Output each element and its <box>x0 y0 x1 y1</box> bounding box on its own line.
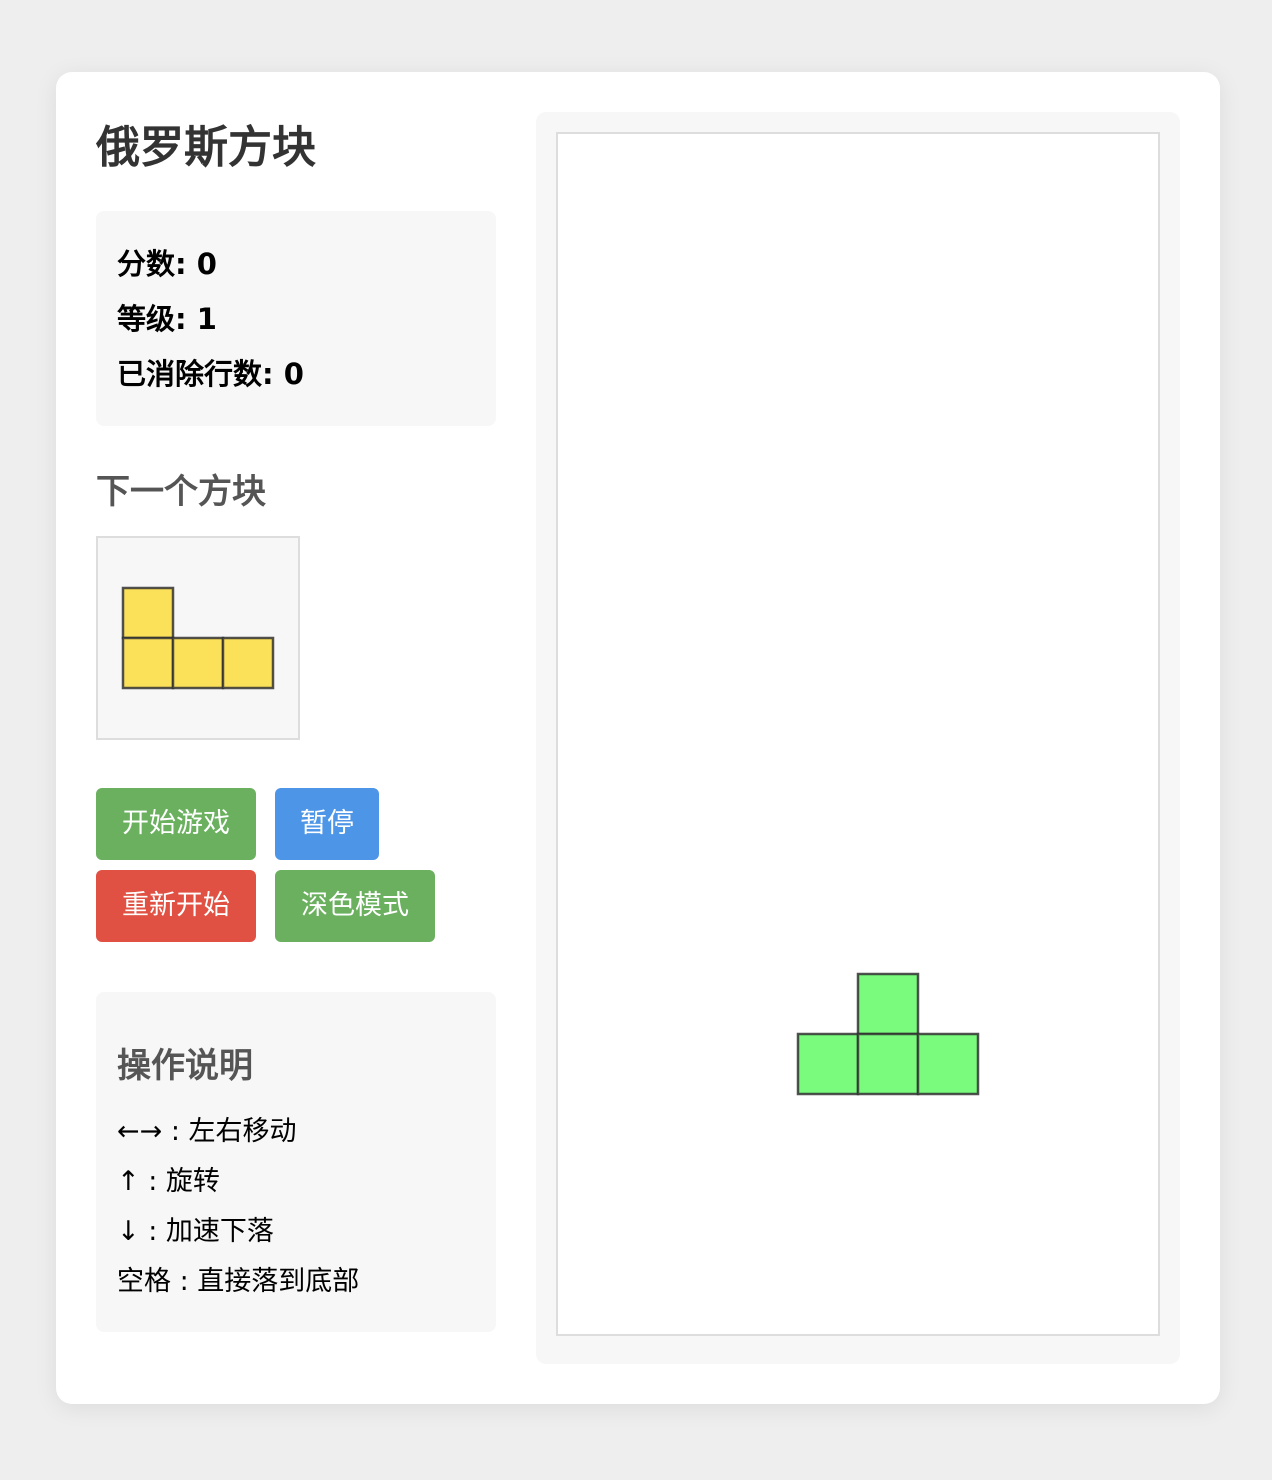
game-container: 俄罗斯方块 分数: 0 等级: 1 已消除行数: 0 下一个方块 开始游戏 暂停… <box>56 72 1220 1404</box>
next-piece-block-1 <box>121 636 175 690</box>
next-piece-canvas <box>121 586 275 690</box>
next-piece-block-0 <box>121 586 175 640</box>
game-board-canvas[interactable] <box>558 134 1158 1334</box>
pause-button[interactable]: 暂停 <box>275 788 379 860</box>
game-title: 俄罗斯方块 <box>96 122 316 173</box>
board-frame <box>536 112 1180 1364</box>
controls-help-panel: 操作说明 ←→ : 左右移动 ↑ : 旋转 ↓ : 加速下落 空格 : 直接落到… <box>96 992 496 1332</box>
help-title: 操作说明 <box>117 1046 253 1086</box>
level-display: 等级: 1 <box>117 302 217 336</box>
active-piece-block-3 <box>916 1032 980 1096</box>
lines-display: 已消除行数: 0 <box>117 357 304 391</box>
next-piece-block-2 <box>171 636 225 690</box>
help-move: ←→ : 左右移动 <box>117 1116 297 1147</box>
game-board[interactable] <box>556 132 1160 1336</box>
next-piece-block-3 <box>221 636 275 690</box>
active-piece-block-2 <box>856 1032 920 1096</box>
help-rotate: ↑ : 旋转 <box>117 1166 220 1197</box>
active-piece-block-0 <box>856 972 920 1036</box>
help-soft-drop: ↓ : 加速下落 <box>117 1216 274 1247</box>
score-display: 分数: 0 <box>117 247 217 281</box>
start-button[interactable]: 开始游戏 <box>96 788 256 860</box>
next-piece-preview <box>96 536 300 740</box>
dark-mode-button[interactable]: 深色模式 <box>275 870 435 942</box>
stats-panel: 分数: 0 等级: 1 已消除行数: 0 <box>96 211 496 426</box>
active-piece-block-1 <box>796 1032 860 1096</box>
help-hard-drop: 空格 : 直接落到底部 <box>117 1266 360 1297</box>
next-piece-title: 下一个方块 <box>96 472 266 512</box>
restart-button[interactable]: 重新开始 <box>96 870 256 942</box>
